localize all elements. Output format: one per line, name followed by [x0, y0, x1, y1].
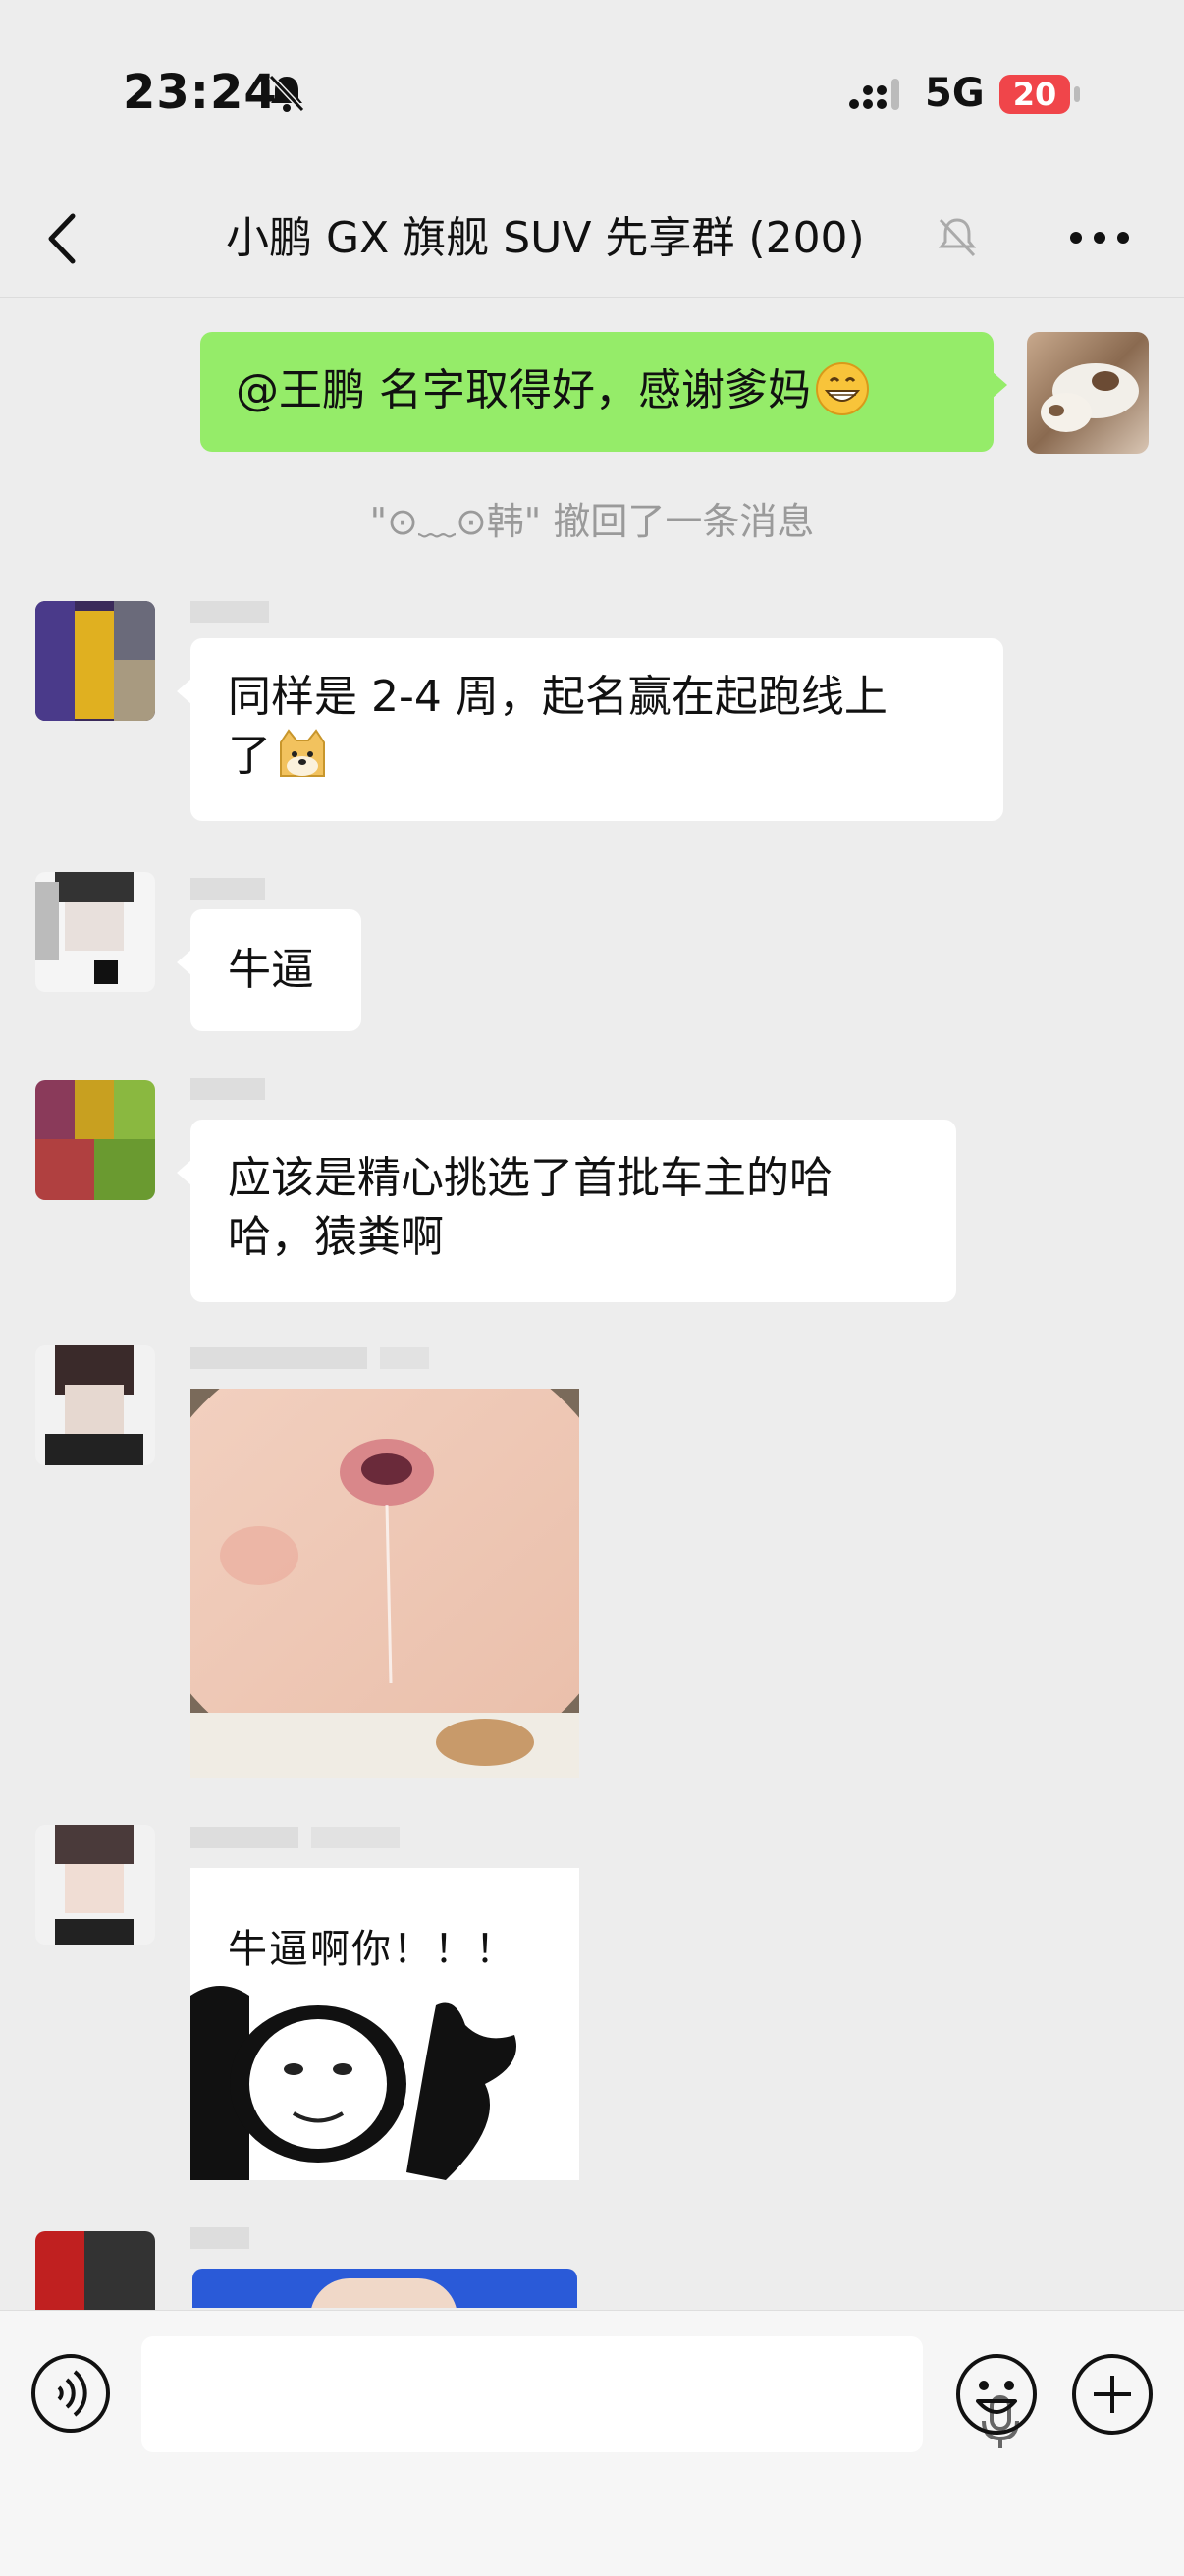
message-bubble[interactable]: 牛逼 [177, 909, 361, 1031]
avatar-image [1041, 363, 1139, 432]
avatar[interactable] [35, 1345, 155, 1465]
nickname-blur [190, 1827, 407, 1856]
self-avatar[interactable] [1027, 332, 1149, 454]
message-text-line: 应该是精心挑选了首批车主的哈 [228, 1153, 833, 1203]
sticker-caption: 牛逼啊你！！！ [228, 1927, 516, 1972]
emoji-icon[interactable] [954, 2352, 1039, 2437]
network-type: 5G [925, 71, 985, 116]
recall-notice: "⊙﹏⊙韩" 撤回了一条消息 [369, 500, 815, 543]
doge-emoji-icon [280, 729, 325, 777]
message-text-line: 同样是 2-4 周，起名赢在起跑线上 [228, 672, 888, 722]
nickname-blur [190, 601, 277, 630]
message-text-line: 了 [228, 731, 271, 781]
bell-off-icon [268, 74, 305, 113]
nickname-blur [190, 878, 273, 907]
nickname-blur [190, 1078, 273, 1108]
voice-icon[interactable] [29, 2352, 112, 2435]
more-icon[interactable] [1060, 208, 1139, 267]
chat-title: 小鹏 GX 旗舰 SUV 先享群 (200) [226, 213, 865, 263]
image-message[interactable] [190, 1389, 579, 1778]
chat-header: 小鹏 GX 旗舰 SUV 先享群 (200) [0, 187, 1184, 298]
panda-face-image [190, 1986, 516, 2180]
message-text-line: 哈，猿粪啊 [228, 1212, 444, 1262]
mute-bell-icon [938, 218, 977, 257]
avatar[interactable] [35, 601, 155, 721]
grinning-emoji-icon [816, 362, 869, 415]
avatar[interactable] [35, 1080, 155, 1200]
message-bubble[interactable]: 同样是 2-4 周，起名赢在起跑线上 了 [177, 638, 1003, 821]
plus-icon[interactable] [1070, 2352, 1155, 2437]
message-input[interactable] [141, 2336, 1019, 2452]
message-bubble[interactable]: 应该是精心挑选了首批车主的哈 哈，猿粪啊 [177, 1120, 956, 1302]
sticker-message[interactable]: 牛逼啊你！！！ [190, 1868, 579, 2180]
battery-tip [1074, 86, 1080, 102]
avatar[interactable] [35, 2231, 155, 2310]
chat-input-bar [0, 2310, 1184, 2576]
self-message-text: @王鹏 名字取得好，感谢爹妈 [236, 365, 811, 415]
avatar[interactable] [35, 872, 155, 992]
status-bar: 23:24 5G 20 [0, 0, 1184, 187]
status-time: 23:24 [123, 65, 278, 120]
self-message-bubble[interactable]: @王鹏 名字取得好，感谢爹妈 [200, 332, 1007, 452]
signal-icon [849, 79, 899, 110]
baby-photo [190, 1389, 579, 1778]
nickname-blur [190, 1347, 437, 1377]
avatar[interactable] [35, 1825, 155, 1945]
back-icon[interactable] [39, 204, 88, 273]
image-message[interactable] [192, 2269, 577, 2308]
battery-icon: 20 [999, 75, 1070, 114]
nickname-blur [190, 2227, 257, 2257]
message-text: 牛逼 [228, 945, 314, 995]
